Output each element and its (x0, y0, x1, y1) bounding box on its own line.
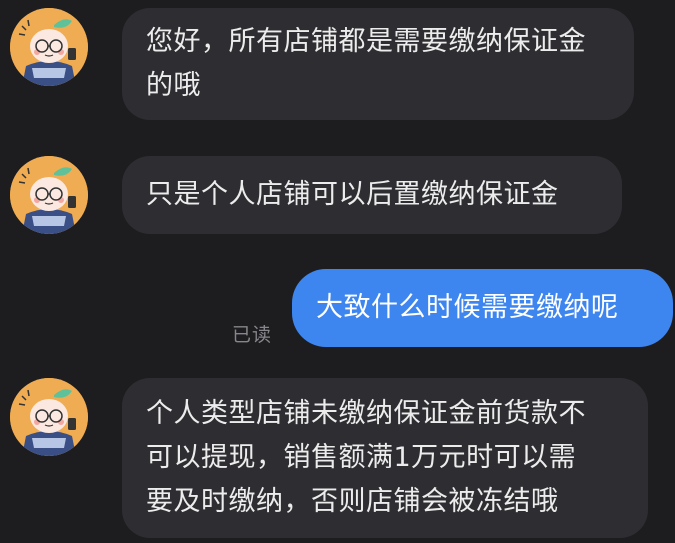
merchant-avatar[interactable] (10, 8, 88, 86)
message-bubble-incoming[interactable]: 只是个人店铺可以后置缴纳保证金 (122, 156, 622, 234)
avatar-icon (10, 378, 88, 456)
avatar-icon (10, 156, 88, 234)
read-status: 已读 (232, 324, 273, 346)
message-bubble-incoming[interactable]: 个人类型店铺未缴纳保证金前货款不 可以提现，销售额满1万元时可以需 要及时缴纳，… (122, 378, 648, 538)
avatar-icon (10, 8, 88, 86)
merchant-avatar[interactable] (10, 378, 88, 456)
message-bubble-outgoing[interactable]: 大致什么时候需要缴纳呢 (292, 269, 673, 347)
chat-view: 您好，所有店铺都是需要缴纳保证金 的哦 只是个人店铺可以后置缴纳保证金 已读 大… (0, 0, 675, 543)
merchant-avatar[interactable] (10, 156, 88, 234)
message-bubble-incoming[interactable]: 您好，所有店铺都是需要缴纳保证金 的哦 (122, 8, 634, 120)
